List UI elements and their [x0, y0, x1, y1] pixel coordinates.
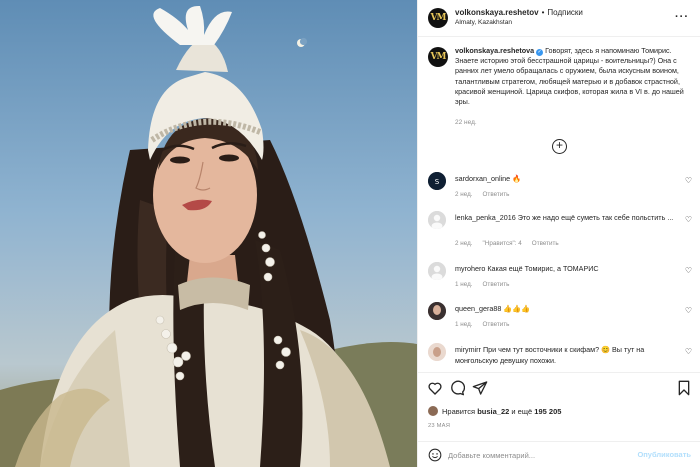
likes-mid: и ещё — [511, 407, 533, 416]
like-heart-icon[interactable] — [427, 380, 443, 396]
caption-time[interactable]: 22 нед. — [455, 119, 477, 126]
avatar-image-icon: S — [428, 172, 446, 190]
likes-prefix: Нравится — [442, 407, 476, 416]
comment-body: Это же надо ещё суметь так себе польстит… — [517, 213, 674, 222]
commenter-avatar[interactable] — [428, 343, 446, 361]
post-date[interactable]: 23 МАЯ — [428, 423, 450, 429]
likes-count[interactable]: 195 205 — [534, 407, 561, 416]
comment-text: mirymirr При чем тут восточники к скифам… — [455, 344, 675, 366]
location-link[interactable]: Almaty, Kazakhstan — [455, 19, 512, 26]
verified-badge-icon: ✓ — [536, 49, 544, 56]
commenter-avatar[interactable] — [428, 211, 446, 229]
liker-avatar — [428, 406, 438, 416]
logo-text: VM — [430, 13, 447, 23]
author-avatar[interactable]: VM — [428, 8, 448, 28]
caption-username[interactable]: volkonskaya.reshetova — [455, 46, 534, 55]
reply-button[interactable]: Ответить — [483, 191, 510, 198]
share-paper-plane-icon[interactable] — [472, 380, 488, 396]
like-comment-heart-icon[interactable]: ♡ — [685, 176, 692, 185]
comment-text: myrohero Какая ещё Томирис, а ТОМАРИС — [455, 263, 675, 274]
default-avatar-icon — [428, 211, 446, 229]
comment-time[interactable]: 2 нед. — [455, 191, 473, 198]
comment-username[interactable]: myrohero — [455, 264, 485, 273]
post-caption: volkonskaya.reshetova ✓ Говорят, здесь я н… — [455, 46, 693, 107]
comment-input[interactable] — [448, 448, 628, 462]
caption-text: Говорят, здесь я напоминаю Томирис. Знае… — [455, 46, 684, 107]
comment-time[interactable]: 1 нед. — [455, 321, 473, 328]
comment-meta: 1 нед. Ответить — [455, 321, 519, 328]
comment-username[interactable]: queen_gera88 — [455, 304, 501, 313]
comment-username[interactable]: sardorxan_online — [455, 174, 510, 183]
reply-button[interactable]: Ответить — [483, 321, 510, 328]
more-options-icon[interactable]: ··· — [675, 11, 689, 23]
woman-portrait-illustration — [0, 5, 417, 467]
liked-by-username[interactable]: busia_22 — [477, 407, 509, 416]
like-comment-heart-icon[interactable]: ♡ — [685, 266, 692, 275]
avatar-image-icon — [428, 302, 446, 320]
commenter-avatar[interactable]: S — [428, 172, 446, 190]
comment-time[interactable]: 2 нед. — [455, 240, 473, 247]
comment-text: sardorxan_online 🔥 — [455, 173, 675, 184]
comment-text: queen_gera88 👍👍👍 — [455, 303, 675, 314]
comment-meta: 2 нед. "Нравится": 4 Ответить — [455, 240, 569, 247]
like-comment-heart-icon[interactable]: ♡ — [685, 215, 692, 224]
comment-body: Какая ещё Томирис, а ТОМАРИС — [487, 264, 599, 273]
header-line: volkonskaya.reshetov • Подписки — [455, 8, 583, 17]
reply-button[interactable]: Ответить — [532, 240, 559, 247]
publish-button[interactable]: Опубликовать — [637, 450, 691, 459]
header-separator: • — [541, 8, 545, 17]
following-button[interactable]: Подписки — [547, 8, 582, 17]
like-comment-heart-icon[interactable]: ♡ — [685, 347, 692, 356]
post-actions: Нравится busia_22 и ещё 195 205 23 МАЯ О… — [418, 372, 700, 467]
likes-summary[interactable]: Нравится busia_22 и ещё 195 205 — [428, 406, 561, 416]
comment-body: 🔥 — [512, 174, 522, 183]
comment-text: lenka_penka_2016 Это же надо ещё суметь … — [455, 212, 675, 223]
save-bookmark-icon[interactable] — [676, 380, 692, 396]
comment-body: 👍👍👍 — [503, 304, 531, 313]
avatar-image-icon — [428, 343, 446, 361]
post-photo[interactable] — [0, 0, 417, 467]
comment-meta: 2 нед. Ответить — [455, 191, 519, 198]
post-header: VM volkonskaya.reshetov • Подписки Almaty,… — [418, 0, 700, 37]
comment-bubble-icon[interactable] — [449, 380, 465, 396]
caption-author-avatar[interactable]: VM — [428, 47, 448, 67]
like-comment-heart-icon[interactable]: ♡ — [685, 306, 692, 315]
emoji-smile-icon[interactable] — [428, 448, 442, 462]
comment-body: При чем тут восточники к скифам? 😊 Вы ту… — [455, 345, 645, 365]
logo-text: VM — [430, 52, 447, 62]
comment-time[interactable]: 1 нед. — [455, 281, 473, 288]
comment-meta: 1 нед. Ответить — [455, 281, 519, 288]
comment-username[interactable]: mirymirr — [455, 345, 481, 354]
commenter-avatar[interactable] — [428, 262, 446, 280]
default-avatar-icon — [428, 262, 446, 280]
load-more-comments-icon[interactable]: + — [552, 139, 567, 154]
author-username[interactable]: volkonskaya.reshetov — [455, 8, 539, 17]
add-comment-bar: Опубликовать — [418, 441, 700, 467]
comment-username[interactable]: lenka_penka_2016 — [455, 213, 516, 222]
commenter-avatar[interactable] — [428, 302, 446, 320]
post-panel: VM volkonskaya.reshetov • Подписки Almaty,… — [417, 0, 700, 467]
reply-button[interactable]: Ответить — [483, 281, 510, 288]
svg-text:S: S — [435, 178, 440, 186]
comment-likes[interactable]: "Нравится": 4 — [483, 240, 522, 247]
